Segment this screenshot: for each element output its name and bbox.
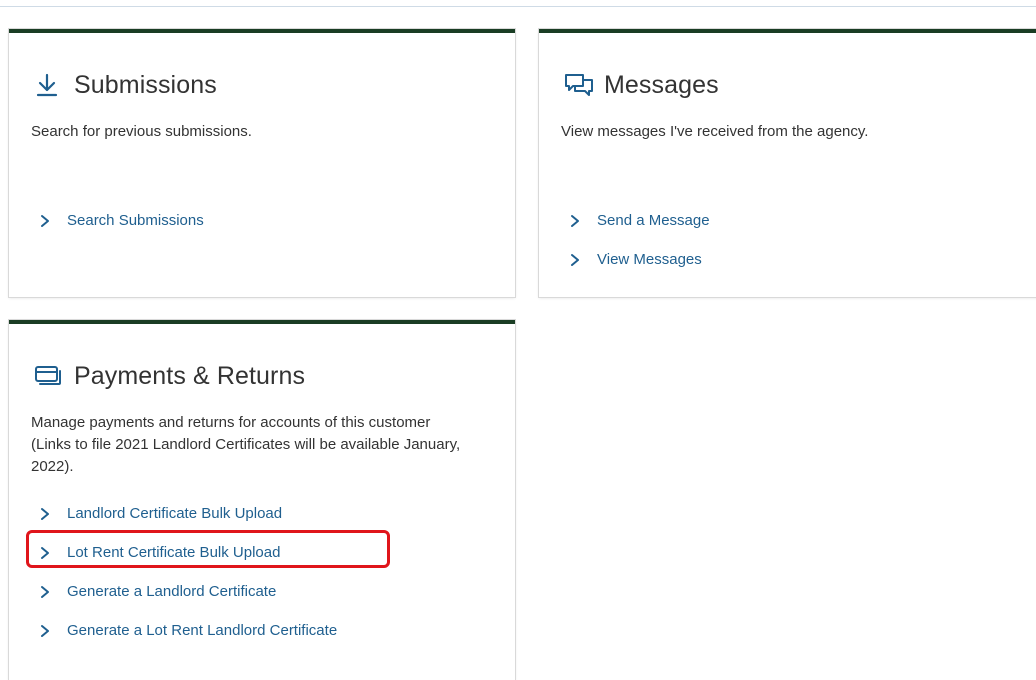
link-label: Search Submissions	[67, 212, 204, 229]
lot-rent-bulk-upload-link[interactable]: Lot Rent Certificate Bulk Upload	[31, 533, 337, 572]
chevron-right-icon	[39, 507, 51, 521]
chevron-right-icon	[39, 214, 51, 228]
link-label: View Messages	[597, 251, 702, 268]
messages-card: Messages View messages I've received fro…	[539, 29, 1036, 297]
chevron-right-icon	[39, 624, 51, 638]
submissions-card: Submissions Search for previous submissi…	[9, 29, 515, 297]
payments-description: Manage payments and returns for accounts…	[31, 414, 461, 475]
search-submissions-link[interactable]: Search Submissions	[31, 201, 204, 240]
payments-header: Payments & Returns	[34, 360, 305, 392]
chevron-right-icon	[569, 214, 581, 228]
messages-description: View messages I've received from the age…	[561, 123, 869, 140]
generate-lot-rent-certificate-link[interactable]: Generate a Lot Rent Landlord Certificate	[31, 611, 337, 650]
messages-title: Messages	[604, 70, 719, 99]
submissions-links: Search Submissions	[31, 201, 204, 240]
submissions-description: Search for previous submissions.	[31, 123, 252, 140]
link-label: Generate a Landlord Certificate	[67, 583, 277, 600]
link-label: Generate a Lot Rent Landlord Certificate	[67, 622, 338, 639]
link-label: Landlord Certificate Bulk Upload	[67, 505, 283, 522]
submissions-title: Submissions	[74, 70, 217, 99]
chevron-right-icon	[569, 253, 581, 267]
chevron-right-icon	[39, 546, 51, 560]
payments-returns-card: Payments & Returns Manage payments and r…	[9, 320, 515, 680]
link-label: Lot Rent Certificate Bulk Upload	[67, 544, 281, 561]
payments-icon	[34, 363, 61, 389]
download-icon	[34, 72, 60, 98]
link-label: Send a Message	[597, 212, 710, 229]
payments-title: Payments & Returns	[74, 361, 306, 390]
submissions-header: Submissions	[34, 69, 217, 101]
chat-icon	[564, 72, 593, 98]
view-messages-link[interactable]: View Messages	[561, 240, 710, 279]
landlord-bulk-upload-link[interactable]: Landlord Certificate Bulk Upload	[31, 494, 337, 533]
chevron-right-icon	[39, 585, 51, 599]
messages-links: Send a Message View Messages	[561, 201, 710, 279]
payments-links: Landlord Certificate Bulk Upload Lot Ren…	[31, 494, 337, 650]
send-message-link[interactable]: Send a Message	[561, 201, 710, 240]
generate-landlord-certificate-link[interactable]: Generate a Landlord Certificate	[31, 572, 337, 611]
top-divider	[0, 6, 1036, 7]
messages-header: Messages	[564, 69, 719, 101]
